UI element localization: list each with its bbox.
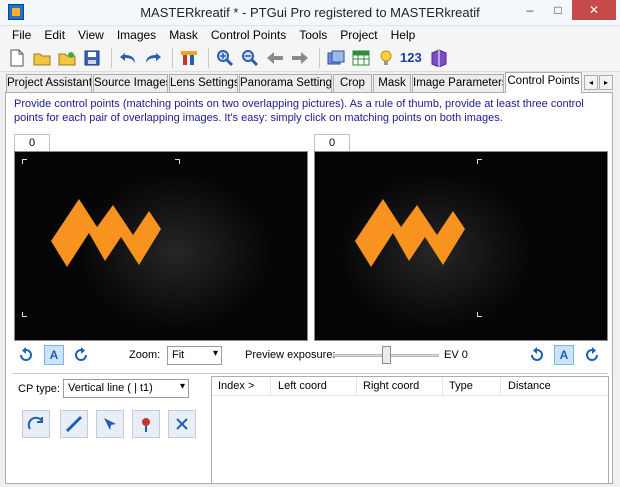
tab-panorama-settings[interactable]: Panorama Settings [239, 74, 332, 92]
right-rotate-cw-icon[interactable] [582, 345, 602, 365]
cp-pin-tool-icon[interactable] [132, 410, 160, 438]
tab-control-points[interactable]: Control Points [505, 72, 582, 93]
tab-crop[interactable]: Crop [333, 74, 372, 92]
zoom-out-icon[interactable] [239, 47, 261, 69]
arrow-left-icon[interactable] [264, 47, 286, 69]
new-file-icon[interactable] [6, 47, 28, 69]
column-separator[interactable] [500, 377, 501, 396]
zoom-select[interactable]: Fit ▾ [167, 346, 222, 365]
menu-tools[interactable]: Tools [293, 26, 334, 44]
left-auto-button[interactable]: A [44, 345, 64, 365]
column-type[interactable]: Type [449, 380, 473, 396]
save-icon[interactable] [81, 47, 103, 69]
cp-add-tool-icon[interactable] [22, 410, 50, 438]
window-controls: – □ ✕ [516, 0, 616, 20]
menu-mask[interactable]: Mask [163, 26, 205, 44]
control-point-table-icon[interactable] [350, 47, 372, 69]
tab-lens-settings[interactable]: Lens Settings [169, 74, 238, 92]
crop-corner [22, 159, 27, 164]
table-header: Index > Left coord Right coord Type Dist… [212, 377, 608, 396]
crop-corner [477, 159, 482, 164]
chevron-down-icon: ▾ [212, 348, 218, 359]
crop-corner [477, 312, 482, 317]
menu-view[interactable]: View [72, 26, 111, 44]
cp-type-label: CP type: [18, 383, 60, 395]
menu-bar: File Edit View Images Mask Control Point… [0, 26, 620, 44]
right-rotate-ccw-icon[interactable] [527, 345, 547, 365]
zoom-value: Fit [172, 349, 185, 361]
tab-mask[interactable]: Mask [373, 74, 411, 92]
column-left-coord[interactable]: Left coord [278, 380, 327, 396]
left-rotate-cw-icon[interactable] [71, 345, 91, 365]
menu-images[interactable]: Images [111, 26, 163, 44]
toolbar: 123 [0, 44, 620, 72]
cp-type-select[interactable]: Vertical line ( | t1) ▾ [63, 379, 189, 398]
undo-icon[interactable] [117, 47, 139, 69]
left-rotate-ccw-icon[interactable] [16, 345, 36, 365]
lightbulb-icon[interactable] [375, 47, 397, 69]
left-image-tab[interactable]: 0 [14, 134, 50, 151]
column-distance[interactable]: Distance [508, 380, 551, 396]
tab-scroll-right-icon[interactable]: ▸ [599, 75, 613, 90]
numbering-text[interactable]: 123 [400, 50, 428, 65]
toolbar-separator [111, 47, 112, 68]
menu-edit[interactable]: Edit [38, 26, 72, 44]
column-index[interactable]: Index > [218, 380, 254, 396]
panorama-editor-icon[interactable] [325, 47, 347, 69]
open-folder-icon[interactable] [31, 47, 53, 69]
menu-help[interactable]: Help [385, 26, 423, 44]
minimize-button[interactable]: – [516, 0, 544, 20]
close-button[interactable]: ✕ [572, 0, 616, 20]
toolbar-separator [172, 47, 173, 68]
tools-icon[interactable] [178, 47, 200, 69]
tab-project-assistant[interactable]: Project Assistant [6, 74, 92, 92]
menu-file[interactable]: File [6, 26, 38, 44]
maximize-button[interactable]: □ [544, 0, 572, 20]
crop-corner [22, 312, 27, 317]
title-bar: MASTERkreatif * - PTGui Pro registered t… [0, 0, 620, 26]
menu-project[interactable]: Project [334, 26, 384, 44]
column-right-coord[interactable]: Right coord [363, 380, 419, 396]
section-divider [12, 373, 608, 374]
instructions-text: Provide control points (matching points … [14, 98, 584, 124]
exposure-slider-thumb[interactable] [381, 346, 391, 364]
zoom-label: Zoom: [129, 349, 161, 361]
crop-corner [175, 159, 180, 164]
orange-logo-icon [355, 199, 465, 267]
ev-label: EV 0 [444, 349, 468, 361]
right-auto-button[interactable]: A [554, 345, 574, 365]
chevron-down-icon: ▾ [179, 381, 185, 392]
tab-strip: Project Assistant Source Images Lens Set… [0, 72, 620, 93]
right-image-canvas[interactable] [314, 151, 608, 341]
menu-control-points[interactable]: Control Points [205, 26, 293, 44]
orange-logo-icon [51, 199, 161, 267]
column-separator[interactable] [442, 377, 443, 396]
column-separator[interactable] [270, 377, 271, 396]
arrow-right-icon[interactable] [289, 47, 311, 69]
book-icon[interactable] [428, 47, 450, 69]
open-recent-icon[interactable] [56, 47, 78, 69]
cp-line-tool-icon[interactable] [60, 410, 88, 438]
toolbar-separator [319, 47, 320, 68]
zoom-in-icon[interactable] [214, 47, 236, 69]
cp-type-value: Vertical line ( | t1) [68, 382, 153, 394]
cp-arrow-tool-icon[interactable] [96, 410, 124, 438]
cp-delete-tool-icon[interactable] [168, 410, 196, 438]
toolbar-separator [208, 47, 209, 68]
preview-exposure-label: Preview exposure: [245, 349, 336, 361]
tab-image-parameters[interactable]: Image Parameters [412, 74, 504, 92]
control-points-table[interactable]: Index > Left coord Right coord Type Dist… [211, 376, 609, 484]
tab-source-images[interactable]: Source Images [93, 74, 168, 92]
right-image-tab[interactable]: 0 [314, 134, 350, 151]
tab-scroll-left-icon[interactable]: ◂ [584, 75, 598, 90]
left-image-canvas[interactable] [14, 151, 308, 341]
redo-icon[interactable] [142, 47, 164, 69]
column-separator[interactable] [356, 377, 357, 396]
